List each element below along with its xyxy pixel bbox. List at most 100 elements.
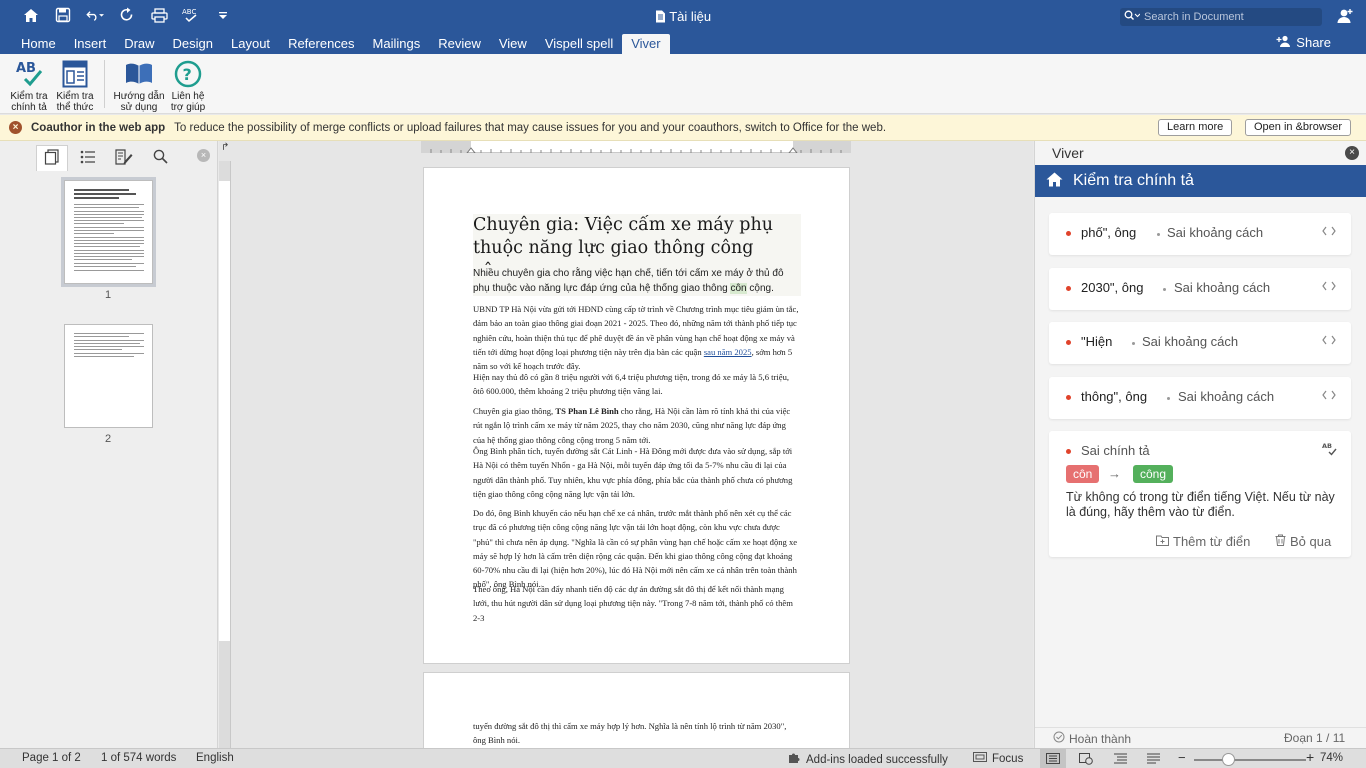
tab-references[interactable]: References bbox=[279, 34, 363, 54]
status-bar: Page 1 of 2 1 of 574 words English Add-i… bbox=[0, 748, 1366, 768]
tab-insert[interactable]: Insert bbox=[65, 34, 116, 54]
paragraph-1[interactable]: UBND TP Hà Nội vừa gửi tới HĐND cùng cấp… bbox=[473, 302, 799, 373]
tab-design[interactable]: Design bbox=[164, 34, 222, 54]
check-circle-icon bbox=[1053, 731, 1065, 746]
navigation-pane: × 1 2 bbox=[0, 141, 218, 748]
addins-status[interactable]: Add-ins loaded successfully bbox=[788, 752, 948, 767]
spelling-suggestion-card[interactable]: Sai chính tả AB côn → công Từ không có t… bbox=[1049, 431, 1351, 557]
title-bar: ABC Tài liệu bbox=[0, 0, 1366, 34]
tab-home[interactable]: Home bbox=[12, 34, 65, 54]
issue-word: 2030", ông bbox=[1081, 280, 1144, 295]
contact-support-button[interactable]: ? Liên hệ trợ giúp bbox=[163, 58, 213, 113]
document-area[interactable]: ↱ Chuyên gia: Việc cấm xe máy phụ thuộc … bbox=[219, 141, 1033, 748]
document-link[interactable]: sau năm 2025 bbox=[704, 347, 752, 357]
quick-access-toolbar: ABC bbox=[22, 6, 232, 24]
arrow-right-icon: → bbox=[1108, 466, 1121, 481]
check-spelling-label-1: Kiểm tra bbox=[10, 91, 48, 102]
zoom-slider-track[interactable] bbox=[1194, 759, 1306, 761]
done-button[interactable]: Hoàn thành bbox=[1053, 731, 1131, 746]
zoom-out-button[interactable]: − bbox=[1178, 750, 1186, 765]
open-in-browser-button[interactable]: Open in &browser bbox=[1245, 119, 1352, 136]
outline-tab[interactable] bbox=[72, 145, 104, 171]
search-tab[interactable] bbox=[144, 145, 176, 171]
thumbnails-tab[interactable] bbox=[36, 145, 68, 171]
learn-more-button[interactable]: Learn more bbox=[1158, 119, 1233, 136]
ignore-button[interactable]: Bỏ qua bbox=[1275, 534, 1331, 549]
share-button[interactable]: Share bbox=[1276, 35, 1331, 50]
ruler-toggle-icon[interactable]: ↱ bbox=[221, 142, 229, 153]
suggestion-tag[interactable]: công bbox=[1133, 465, 1174, 483]
review-tab[interactable] bbox=[108, 145, 140, 171]
page-count[interactable]: Page 1 of 2 bbox=[22, 752, 81, 764]
page-number-1: 1 bbox=[104, 289, 112, 301]
zoom-in-button[interactable]: + bbox=[1306, 749, 1314, 765]
print-layout-view-button[interactable] bbox=[1040, 749, 1066, 768]
spelling-check-icon[interactable]: ABC bbox=[182, 6, 200, 24]
word-count[interactable]: 1 of 574 words bbox=[101, 752, 176, 764]
language[interactable]: English bbox=[196, 752, 234, 764]
tab-layout[interactable]: Layout bbox=[222, 34, 279, 54]
paragraph-7[interactable]: tuyến đường sắt đô thị thì cấm xe máy hợ… bbox=[473, 719, 799, 748]
puzzle-icon bbox=[788, 752, 802, 767]
person-add-icon[interactable] bbox=[1337, 8, 1355, 27]
zoom-level[interactable]: 74% bbox=[1320, 752, 1343, 764]
check-format-button[interactable]: Kiểm tra thể thức bbox=[50, 58, 100, 113]
paragraph-3[interactable]: Chuyên gia giao thông, TS Phan Lê Bình c… bbox=[473, 404, 799, 447]
tab-review[interactable]: Review bbox=[429, 34, 490, 54]
search-box[interactable] bbox=[1120, 8, 1322, 26]
web-layout-icon[interactable] bbox=[1079, 753, 1093, 768]
close-message-icon[interactable]: × bbox=[9, 121, 22, 134]
close-pane-icon[interactable]: × bbox=[197, 149, 210, 162]
undo-icon[interactable] bbox=[86, 6, 104, 24]
paragraph-2[interactable]: Hiện nay thủ đô có gần 8 triệu người với… bbox=[473, 370, 799, 399]
paragraph-4[interactable]: Ông Bình phân tích, tuyến đường sắt Cát … bbox=[473, 444, 799, 501]
ignore-label: Bỏ qua bbox=[1290, 534, 1332, 549]
document-icon bbox=[655, 9, 669, 24]
customize-toolbar-icon[interactable] bbox=[214, 6, 232, 24]
close-pane-icon[interactable]: × bbox=[1345, 146, 1359, 160]
tab-viver[interactable]: Viver bbox=[622, 34, 670, 54]
issue-card-1[interactable]: phố", ông Sai khoảng cách bbox=[1049, 213, 1351, 255]
user-guide-button[interactable]: Hướng dẫn sử dụng bbox=[112, 58, 166, 113]
save-icon[interactable] bbox=[54, 6, 72, 24]
horizontal-ruler[interactable] bbox=[421, 141, 851, 153]
check-spelling-button[interactable]: AB Kiểm tra chính tả bbox=[4, 58, 54, 113]
svg-text:ABC: ABC bbox=[182, 8, 196, 16]
tab-draw[interactable]: Draw bbox=[115, 34, 163, 54]
expand-icon[interactable] bbox=[1322, 334, 1336, 348]
focus-icon bbox=[973, 752, 987, 765]
page-thumbnail-1[interactable] bbox=[61, 177, 156, 287]
focus-button[interactable]: Focus bbox=[973, 752, 1023, 765]
draft-view-icon[interactable] bbox=[1147, 753, 1160, 767]
issue-card-2[interactable]: 2030", ông Sai khoảng cách bbox=[1049, 268, 1351, 310]
ribbon-tabs-bar: Home Insert Draw Design Layout Reference… bbox=[0, 34, 1366, 54]
paragraph-6[interactable]: Theo ông, Hà Nội cần đẩy nhanh tiến độ c… bbox=[473, 582, 799, 625]
outline-view-icon[interactable] bbox=[1114, 753, 1127, 767]
tab-vispell-spell[interactable]: Vispell spell bbox=[536, 34, 622, 54]
vertical-ruler[interactable] bbox=[219, 161, 231, 748]
issue-card-3[interactable]: "Hiện Sai khoảng cách bbox=[1049, 322, 1351, 364]
document-lead[interactable]: Nhiều chuyên gia cho rằng việc hạn chế, … bbox=[473, 266, 801, 296]
viver-task-pane: Viver × Kiểm tra chính tả phố", ông Sai … bbox=[1034, 141, 1366, 748]
tab-mailings[interactable]: Mailings bbox=[364, 34, 430, 54]
expand-icon[interactable] bbox=[1322, 389, 1336, 403]
home-icon[interactable] bbox=[22, 6, 40, 24]
home-icon[interactable] bbox=[1046, 172, 1063, 190]
coauthor-message-bar: × Coauthor in the web app To reduce the … bbox=[0, 115, 1366, 141]
spell-check-icon[interactable]: AB bbox=[1322, 442, 1338, 459]
redo-icon[interactable] bbox=[118, 6, 136, 24]
expand-icon[interactable] bbox=[1322, 280, 1336, 294]
misspelled-word-highlight[interactable]: côn bbox=[730, 283, 747, 294]
add-to-dictionary-button[interactable]: Thêm từ điển bbox=[1156, 534, 1250, 549]
page-thumbnail-2[interactable] bbox=[64, 324, 153, 428]
paragraph-counter: Đoạn 1 / 11 bbox=[1284, 731, 1346, 745]
expand-icon[interactable] bbox=[1322, 225, 1336, 239]
search-input[interactable] bbox=[1144, 11, 1314, 23]
user-guide-label-2: sử dụng bbox=[120, 102, 158, 113]
zoom-slider-handle[interactable] bbox=[1222, 753, 1235, 766]
paragraph-5[interactable]: Do đó, ông Bình khuyến cáo nếu hạn chế x… bbox=[473, 506, 799, 592]
misspelled-word-tag[interactable]: côn bbox=[1066, 465, 1100, 483]
issue-card-4[interactable]: thông", ông Sai khoảng cách bbox=[1049, 377, 1351, 419]
print-icon[interactable] bbox=[150, 6, 168, 24]
tab-view[interactable]: View bbox=[490, 34, 536, 54]
